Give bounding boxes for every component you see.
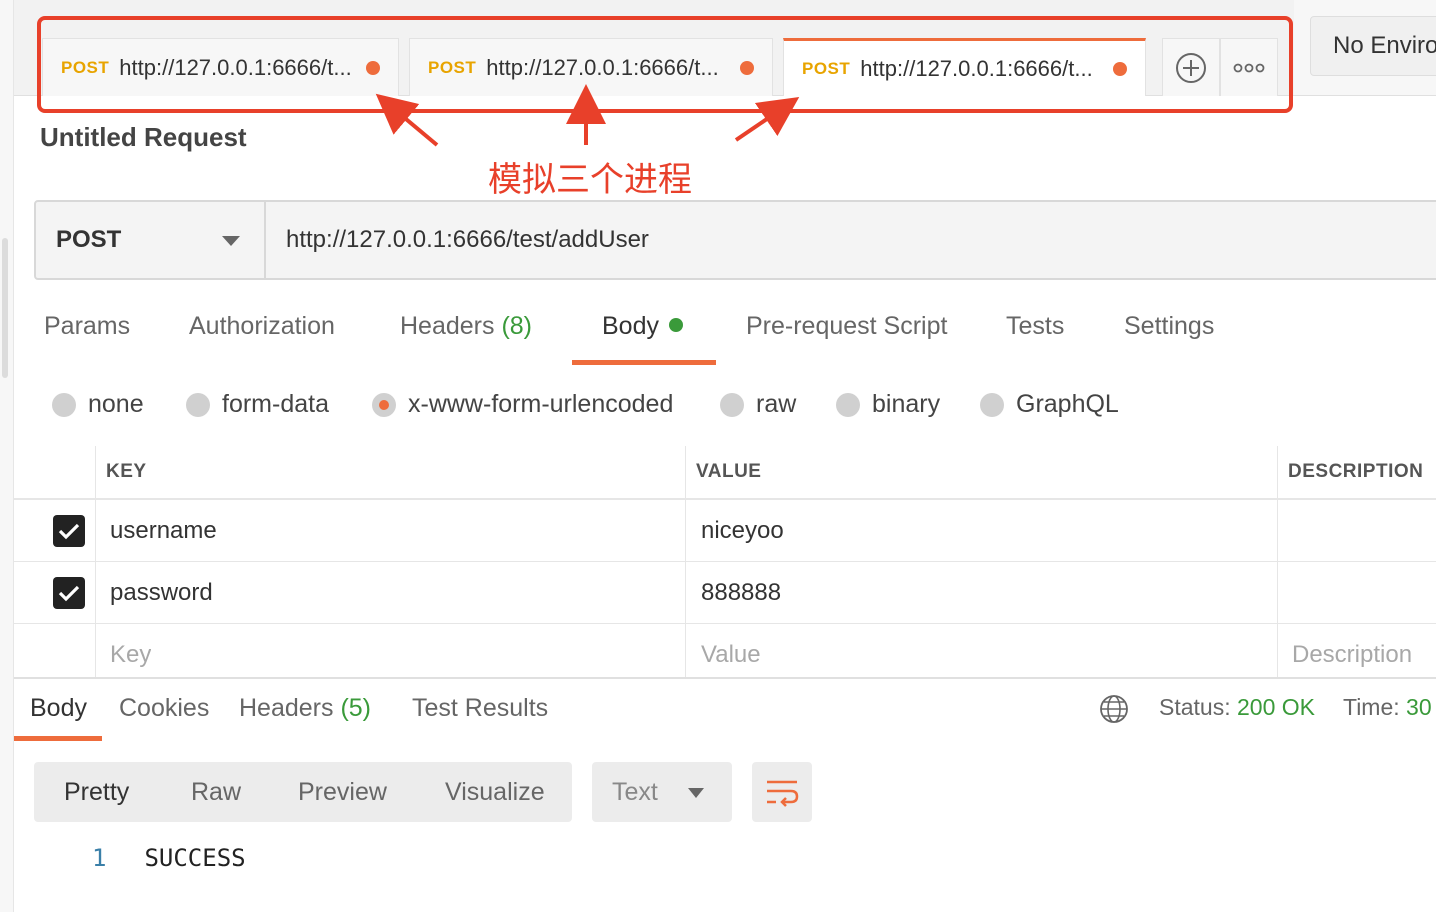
headers-count-badge: (8) (501, 312, 533, 340)
active-dot-icon (668, 318, 683, 333)
status-label: Status: (1159, 694, 1231, 720)
url-bar: POST http://127.0.0.1:6666/test/addUser (34, 200, 1436, 280)
key-cell[interactable]: username (110, 500, 217, 561)
table-header-row: KEY VALUE DESCRIPTION (14, 446, 1436, 500)
column-header-value: VALUE (696, 461, 762, 482)
chevron-down-icon (222, 236, 240, 246)
method-select[interactable]: POST (36, 202, 266, 278)
line-number: 1 (92, 844, 107, 872)
checkmark-icon (53, 576, 85, 609)
radio-circle (720, 392, 744, 417)
chevron-down-icon (688, 788, 704, 798)
view-raw-button[interactable]: Raw (191, 762, 241, 822)
active-tab-underline (572, 360, 716, 365)
radio-label: raw (756, 390, 797, 418)
format-select[interactable]: Text (592, 762, 732, 822)
time-label: Time: (1343, 694, 1400, 720)
column-divider (95, 446, 96, 678)
tab-headers[interactable]: Headers (8) (400, 312, 532, 341)
response-headers-count: (5) (340, 694, 372, 722)
annotation-arrow-left (375, 93, 439, 147)
view-preview-button[interactable]: Preview (298, 762, 387, 822)
request-title[interactable]: Untitled Request (40, 122, 247, 153)
response-body-line: 1 SUCCESS (92, 844, 246, 872)
column-header-description: DESCRIPTION (1288, 461, 1424, 482)
radio-circle (836, 392, 860, 417)
response-tab-test-results[interactable]: Test Results (412, 694, 548, 723)
radio-form-data[interactable]: form-data (186, 390, 329, 419)
tab-authorization[interactable]: Authorization (189, 312, 335, 341)
tab-settings[interactable]: Settings (1124, 312, 1214, 341)
response-headers-label: Headers (239, 694, 334, 722)
tab-pre-request-script[interactable]: Pre-request Script (746, 312, 947, 341)
value-cell[interactable]: 888888 (701, 562, 781, 623)
globe-icon[interactable] (1099, 694, 1129, 724)
radio-circle-selected (372, 392, 396, 417)
checkmark-icon (53, 514, 85, 547)
annotation-arrow-right (734, 97, 800, 142)
wrap-lines-button[interactable] (752, 762, 812, 822)
column-divider (1277, 446, 1278, 678)
tab-body[interactable]: Body (602, 312, 683, 341)
radio-label: form-data (222, 390, 329, 418)
response-tab-cookies[interactable]: Cookies (119, 694, 209, 723)
response-active-underline (14, 736, 102, 741)
radio-circle (980, 392, 1004, 417)
radio-label: none (88, 390, 144, 418)
radio-x-www-form-urlencoded[interactable]: x-www-form-urlencoded (372, 390, 673, 419)
radio-circle (52, 392, 76, 417)
radio-circle (186, 392, 210, 417)
column-header-key: KEY (106, 461, 147, 482)
sidebar-scrollbar[interactable] (2, 238, 8, 378)
radio-binary[interactable]: binary (836, 390, 940, 419)
format-label: Text (612, 777, 658, 806)
radio-graphql[interactable]: GraphQL (980, 390, 1119, 419)
key-cell[interactable]: password (110, 562, 213, 623)
response-divider[interactable] (14, 677, 1436, 679)
table-row: password 888888 (14, 562, 1436, 624)
value-cell[interactable]: niceyoo (701, 500, 784, 561)
radio-label: binary (872, 390, 941, 418)
url-input[interactable]: http://127.0.0.1:6666/test/addUser (266, 202, 1436, 278)
response-status: Status: 200 OK (1159, 694, 1315, 721)
view-pretty-button[interactable]: Pretty (64, 762, 129, 822)
method-label: POST (56, 226, 122, 253)
line-text: SUCCESS (144, 844, 246, 872)
response-tab-body[interactable]: Body (30, 694, 87, 723)
response-tab-headers[interactable]: Headers (5) (239, 694, 371, 723)
view-mode-group: Pretty Raw Preview Visualize (34, 762, 572, 822)
table-row: username niceyoo (14, 500, 1436, 562)
radio-label: x-www-form-urlencoded (408, 390, 674, 418)
body-params-table: KEY VALUE DESCRIPTION username niceyoo p… (14, 446, 1436, 686)
radio-raw[interactable]: raw (720, 390, 796, 419)
row-checkbox[interactable] (53, 562, 85, 623)
annotation-label: 模拟三个进程 (488, 160, 692, 200)
column-divider (685, 446, 686, 678)
view-visualize-button[interactable]: Visualize (445, 762, 545, 822)
tab-body-label: Body (602, 312, 659, 340)
radio-none[interactable]: none (52, 390, 144, 419)
time-value: 30 (1406, 694, 1432, 720)
status-value: 200 OK (1237, 694, 1315, 720)
annotation-arrows (375, 84, 800, 147)
tab-headers-label: Headers (400, 312, 495, 340)
response-time: Time: 30 (1343, 694, 1432, 721)
row-checkbox[interactable] (53, 500, 85, 561)
wrap-lines-icon (767, 780, 799, 807)
radio-label: GraphQL (1016, 390, 1119, 418)
tab-params[interactable]: Params (44, 312, 130, 341)
tab-tests[interactable]: Tests (1006, 312, 1064, 341)
